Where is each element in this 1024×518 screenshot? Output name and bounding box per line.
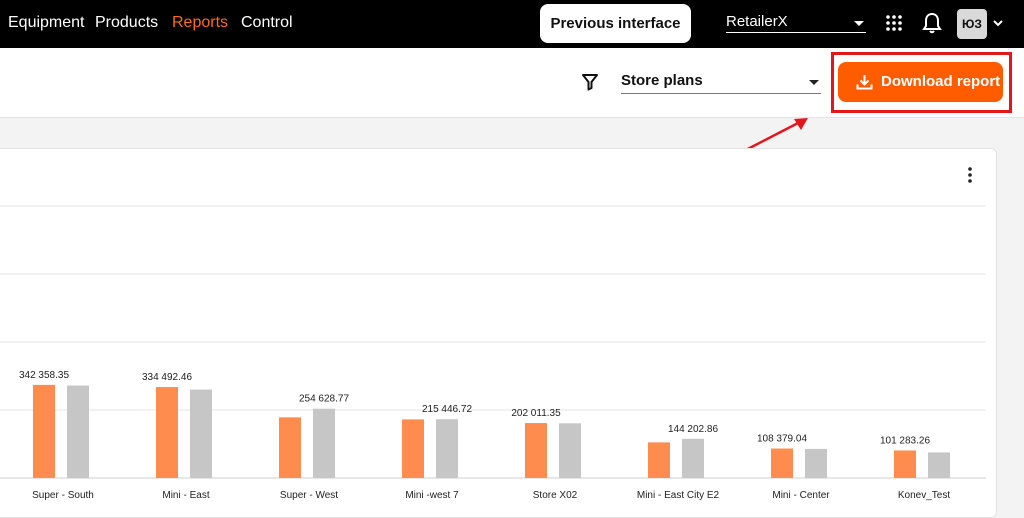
nav-item-control[interactable]: Control (241, 14, 293, 32)
chart-category-label: Mini - East (162, 490, 209, 501)
chart-bar (156, 387, 178, 478)
chart-bar (682, 438, 704, 478)
chart-category-label: Mini - East City E2 (637, 490, 720, 501)
nav-item-products[interactable]: Products (95, 14, 158, 32)
retailer-caret-icon (854, 21, 864, 26)
top-navigation-bar: Equipment Products Reports Control Previ… (0, 0, 1024, 48)
chart-data-label: 144 202.86 (668, 424, 718, 435)
nav-item-reports[interactable]: Reports (172, 14, 228, 32)
stores-bar-chart: 342 358.35 Super - South 334 492.46 Mini - … (0, 205, 986, 501)
retailer-select[interactable]: RetailerX (726, 13, 866, 33)
chart-bar (928, 452, 950, 478)
filter-icon[interactable] (581, 73, 599, 91)
chart-bar (67, 385, 89, 478)
chart-bar (436, 419, 458, 478)
download-report-label: Download report (881, 73, 1001, 90)
chart-bar (805, 448, 827, 478)
store-plans-caret-icon (809, 80, 819, 85)
chart-category-label: Mini -west 7 (405, 490, 459, 501)
chart-bar (559, 423, 581, 478)
chart-category-label: Super - West (280, 490, 338, 501)
chart-bar (313, 408, 335, 478)
chart-bar (894, 450, 916, 478)
user-avatar[interactable]: ЮЗ (957, 9, 987, 39)
chart-bar (402, 419, 424, 478)
chevron-down-icon[interactable] (992, 18, 1004, 28)
chart-data-label: 108 379.04 (757, 434, 807, 445)
download-icon (856, 75, 873, 90)
chart-data-label: 342 358.35 (19, 370, 69, 381)
chart-category-label: Store X02 (533, 490, 578, 501)
chart-category-label: Super - South (32, 490, 94, 501)
store-plans-select[interactable]: Store plans (621, 72, 821, 94)
bell-icon[interactable] (922, 12, 942, 34)
chart-bar (525, 423, 547, 478)
chart-data-label: 101 283.26 (880, 435, 930, 446)
apps-grid-icon[interactable] (885, 14, 903, 32)
chart-data-label: 254 628.77 (299, 394, 349, 405)
chart-bar (648, 442, 670, 478)
download-report-button[interactable]: Download report (838, 62, 1003, 102)
nav-item-equipment[interactable]: Equipment (8, 14, 85, 32)
more-options-icon[interactable] (966, 166, 974, 184)
chart-category-label: Konev_Test (898, 490, 950, 501)
retailer-select-value: RetailerX (726, 13, 788, 30)
chart-bar (190, 389, 212, 478)
chart-bar (33, 384, 55, 478)
chart-bar (771, 448, 793, 478)
chart-data-label: 202 011.35 (511, 408, 561, 419)
previous-interface-button[interactable]: Previous interface (540, 4, 691, 43)
chart-data-label: 334 492.46 (142, 372, 192, 383)
store-plans-value: Store plans (621, 72, 703, 89)
chart-bar (279, 417, 301, 478)
chart-category-label: Mini - Center (772, 490, 830, 501)
chart-data-label: 215 446.72 (422, 404, 472, 415)
